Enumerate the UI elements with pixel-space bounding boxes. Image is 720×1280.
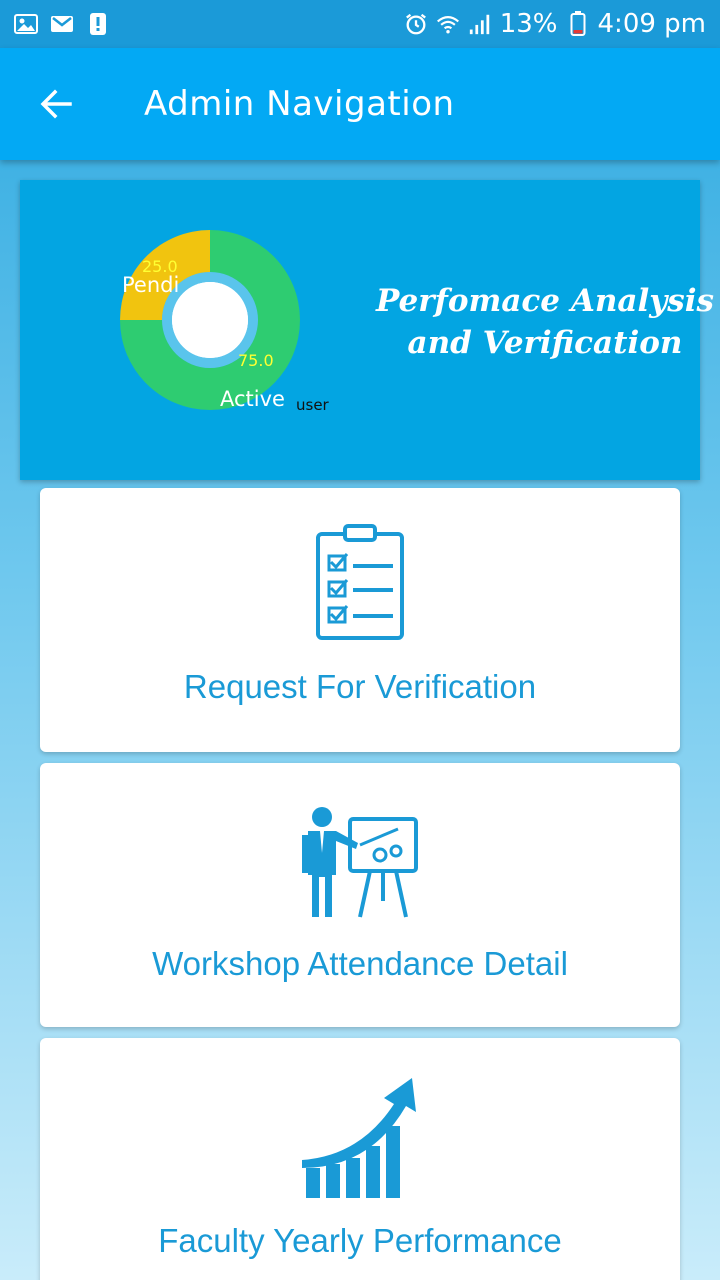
performance-banner[interactable]: 25.0 75.0 Pendi Active user Perfomace Analys…: [20, 180, 714, 480]
status-left: [14, 13, 110, 35]
request-verification-label: Request For Verification: [183, 668, 537, 705]
pie-slice-label-pending: Pendi: [122, 273, 179, 297]
banner-title: Perfomace Analysis and Verification: [375, 280, 715, 364]
clock: 4:09 pm: [597, 9, 706, 39]
alert-icon: [86, 13, 110, 35]
request-verification-card[interactable]: Request For Verification: [40, 488, 680, 752]
battery-icon: [566, 11, 590, 36]
user-status-chart[interactable]: 25.0 75.0 Pendi Active user: [20, 180, 360, 480]
signal-icon: [468, 13, 492, 35]
app-bar: Admin Navigation: [0, 48, 720, 160]
growth-chart-icon: [40, 1076, 680, 1198]
workshop-attendance-label: Workshop Attendance Detail: [152, 945, 568, 982]
chart-description-label: user: [296, 396, 330, 414]
gmail-icon: [50, 13, 74, 35]
presenter-board-icon: [40, 805, 680, 925]
pie-value-label-active: 75.0: [238, 351, 274, 370]
faculty-performance-card[interactable]: Faculty Yearly Performance: [40, 1038, 680, 1280]
clipboard-checklist-icon: [40, 524, 680, 644]
image-icon: [14, 13, 38, 35]
wifi-icon: [436, 13, 460, 35]
status-right: 13% 4:09 pm: [404, 9, 706, 39]
donut-hole-cover: [172, 282, 248, 358]
back-button[interactable]: [0, 48, 112, 160]
workshop-attendance-card[interactable]: Workshop Attendance Detail: [40, 763, 680, 1027]
banner-title-line1: Perfomace Analysis: [376, 283, 714, 319]
faculty-performance-label: Faculty Yearly Performance: [158, 1222, 562, 1259]
banner-title-line2: and Verification: [407, 325, 683, 361]
battery-percent: 13%: [499, 9, 558, 39]
status-bar: 13% 4:09 pm: [0, 0, 720, 48]
page-title: Admin Navigation: [144, 84, 455, 124]
alarm-icon: [404, 13, 428, 35]
pie-slice-label-active: Active: [220, 387, 285, 411]
back-arrow-icon: [40, 89, 72, 119]
